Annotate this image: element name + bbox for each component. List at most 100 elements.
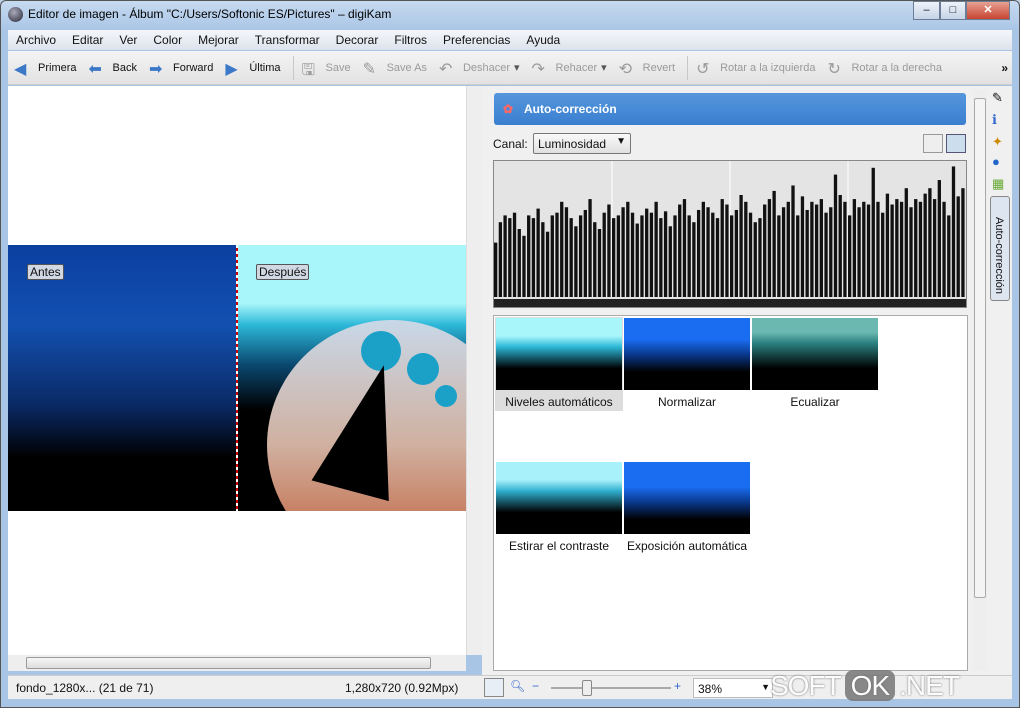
- histogram-bar: [932, 199, 937, 297]
- thumbnail: [496, 318, 622, 390]
- image-size: 1,280x720 (0.92Mpx): [345, 681, 459, 695]
- tool-icon[interactable]: ✎: [992, 90, 1003, 106]
- histogram-bar: [555, 212, 559, 297]
- after-label: Después: [256, 264, 310, 280]
- tags-icon[interactable]: ✦: [992, 134, 1003, 150]
- histogram-bar: [711, 212, 715, 297]
- rotate-left-button[interactable]: ↺ Rotar a la izquierda: [696, 59, 815, 78]
- histogram-bar: [739, 195, 743, 297]
- save-icon: 🖫: [301, 61, 316, 79]
- histogram-bar: [852, 199, 857, 297]
- menu-editar[interactable]: Editar: [64, 30, 111, 50]
- histogram-bar: [541, 222, 545, 297]
- histogram-bar: [947, 215, 951, 297]
- histogram-bar: [626, 201, 630, 297]
- tab-auto-correccion[interactable]: Auto-corrección: [990, 196, 1010, 301]
- histogram-bar: [588, 199, 592, 297]
- thumbnail: [624, 462, 750, 534]
- menu-transformar[interactable]: Transformar: [247, 30, 328, 50]
- zoom-out-icon[interactable]: −: [532, 679, 539, 693]
- histogram-bar: [654, 201, 658, 297]
- preset-niveles[interactable]: Niveles automáticos: [495, 317, 623, 411]
- histogram-bar: [791, 185, 795, 297]
- map-icon[interactable]: ▦: [992, 176, 1004, 192]
- histogram-bar: [583, 209, 587, 297]
- histogram-bar: [753, 222, 757, 297]
- preset-exposicion[interactable]: Exposición automática: [623, 461, 751, 557]
- histogram-bar: [512, 212, 517, 297]
- menu-color[interactable]: Color: [145, 30, 190, 50]
- toolbar: ◀ Primera ⬅ Back ➡ Forward ▶ Última 🖫 Save ✎ S…: [8, 51, 1012, 85]
- horizontal-scrollbar[interactable]: [8, 655, 466, 671]
- forward-button[interactable]: ➡ Forward: [149, 59, 213, 78]
- close-button[interactable]: ✕: [966, 1, 1010, 20]
- histogram-bar: [645, 208, 649, 297]
- rotate-right-button[interactable]: ↻ Rotar a la derecha: [827, 59, 942, 78]
- deshacer-button[interactable]: ↶ Deshacer ▾: [439, 59, 520, 78]
- toolbar-separator: [292, 55, 294, 80]
- histogram-bar: [895, 199, 899, 297]
- linear-scale-button[interactable]: [923, 134, 943, 153]
- histogram-bar: [885, 193, 890, 297]
- split-line[interactable]: [236, 245, 238, 511]
- zoom-slider[interactable]: [551, 680, 671, 696]
- before-image: [8, 245, 237, 511]
- menu-decorar[interactable]: Decorar: [328, 30, 387, 50]
- minimize-button[interactable]: ‒: [913, 1, 940, 20]
- menu-bar: Archivo Editar Ver Color Mejorar Transfo…: [8, 30, 1012, 50]
- panel-scrollbar[interactable]: [973, 90, 987, 670]
- zoom-select[interactable]: 38% ▼: [693, 678, 773, 698]
- histogram-bar: [616, 215, 621, 297]
- back-button[interactable]: ⬅ Back: [89, 59, 137, 78]
- image-canvas[interactable]: Antes Después: [8, 86, 466, 655]
- histogram-bar: [777, 215, 781, 297]
- histogram-bar: [630, 212, 635, 297]
- preset-estirar[interactable]: Estirar el contraste: [495, 461, 623, 557]
- histogram-bar: [810, 201, 814, 297]
- primera-button[interactable]: ◀ Primera: [14, 59, 77, 78]
- zoom-in-icon[interactable]: +: [674, 679, 681, 693]
- histogram-bar: [663, 211, 668, 297]
- info-icon[interactable]: ℹ: [992, 112, 997, 128]
- histogram-bar: [734, 209, 739, 297]
- zoom-100-icon[interactable]: 🔍︎: [510, 679, 525, 693]
- app-icon: [8, 7, 23, 22]
- histogram-bar: [531, 218, 536, 297]
- log-scale-button[interactable]: [946, 134, 966, 153]
- preset-ecualizar[interactable]: Ecualizar: [751, 317, 879, 413]
- histogram-bar: [612, 218, 616, 297]
- more-button[interactable]: »: [1001, 61, 1008, 75]
- menu-filtros[interactable]: Filtros: [386, 30, 435, 50]
- menu-preferencias[interactable]: Preferencias: [435, 30, 518, 50]
- preset-normalizar[interactable]: Normalizar: [623, 317, 751, 413]
- menu-archivo[interactable]: Archivo: [8, 30, 64, 50]
- panel-header: ✿ Auto-corrección: [494, 93, 966, 125]
- globe-icon[interactable]: ●: [992, 154, 1000, 169]
- ultima-button[interactable]: ▶ Última: [225, 59, 280, 78]
- histogram-bar: [824, 212, 828, 297]
- histogram-bar: [635, 223, 639, 297]
- toolbar-separator: [687, 55, 689, 80]
- menu-mejorar[interactable]: Mejorar: [190, 30, 247, 50]
- vertical-scrollbar[interactable]: [466, 86, 482, 655]
- save-button[interactable]: 🖫 Save: [301, 59, 351, 79]
- histogram-bar: [857, 207, 861, 297]
- histogram-bar: [673, 215, 677, 297]
- histogram-bar: [928, 188, 932, 297]
- menu-ayuda[interactable]: Ayuda: [518, 30, 568, 50]
- histogram-bar: [706, 207, 710, 297]
- before-label: Antes: [27, 264, 64, 280]
- histogram-bar: [956, 196, 960, 297]
- histogram-bar: [560, 201, 564, 297]
- histogram-bar: [597, 229, 602, 297]
- maximize-button[interactable]: □: [940, 1, 966, 20]
- menu-ver[interactable]: Ver: [111, 30, 145, 50]
- save-as-button[interactable]: ✎ Save As: [363, 59, 427, 78]
- chevron-down-icon[interactable]: ▾: [514, 61, 520, 74]
- chevron-down-icon[interactable]: ▾: [601, 61, 607, 74]
- canal-select[interactable]: Luminosidad ▼: [533, 133, 631, 154]
- rehacer-button[interactable]: ↷ Rehacer ▾: [532, 59, 607, 78]
- histogram-bar: [942, 201, 946, 297]
- fit-window-button[interactable]: [484, 678, 504, 697]
- revert-button[interactable]: ⟲ Revert: [619, 59, 675, 78]
